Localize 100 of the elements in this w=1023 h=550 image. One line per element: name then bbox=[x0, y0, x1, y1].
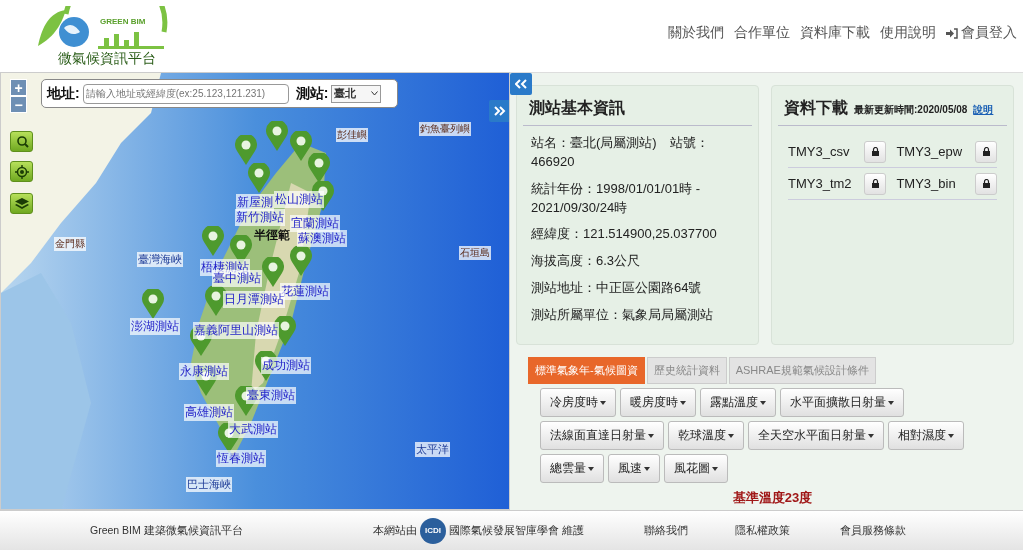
chart-dropdown-button[interactable]: 水平面擴散日射量 bbox=[780, 388, 904, 417]
radius-label: 半徑範 bbox=[254, 227, 290, 244]
map-pin-icon[interactable] bbox=[248, 163, 270, 193]
nav-link[interactable]: 合作單位 bbox=[734, 24, 790, 42]
footer-maintainer-text: 國際氣候發展智庫學會 維護 bbox=[449, 523, 584, 538]
nav-link[interactable]: 使用說明 bbox=[880, 24, 936, 42]
station-label[interactable]: 蘇澳測站 bbox=[297, 230, 347, 247]
nav-link[interactable]: 資料庫下載 bbox=[800, 24, 870, 42]
footer-site-name: Green BIM 建築微氣候資訊平台 bbox=[90, 523, 244, 538]
layers-icon bbox=[14, 197, 29, 210]
station-label[interactable]: 大武測站 bbox=[228, 421, 278, 438]
locked-download-button[interactable] bbox=[975, 140, 997, 163]
caret-icon bbox=[712, 466, 718, 471]
chart-dropdown-button[interactable]: 法線面直達日射量 bbox=[540, 421, 664, 450]
logo-title: 微氣候資訊平台 bbox=[58, 50, 156, 68]
chart-dropdown-button[interactable]: 全天空水平面日射量 bbox=[748, 421, 884, 450]
chart-dropdown-button[interactable]: 冷房度時 bbox=[540, 388, 616, 417]
locked-download-button[interactable] bbox=[864, 172, 887, 195]
map-place-label: 金門縣 bbox=[54, 237, 86, 251]
caret-icon bbox=[600, 400, 606, 405]
station-info-title: 測站基本資訊 bbox=[523, 94, 752, 126]
collapse-panel-button[interactable] bbox=[510, 73, 532, 95]
help-link[interactable]: 說明 bbox=[973, 103, 994, 117]
map-pin-icon[interactable] bbox=[202, 226, 224, 256]
station-label[interactable]: 高雄測站 bbox=[184, 404, 234, 421]
station-label[interactable]: 臺東測站 bbox=[246, 387, 296, 404]
chart-dropdown-button[interactable]: 露點溫度 bbox=[700, 388, 776, 417]
file-format-label: TMY3_csv bbox=[788, 143, 851, 161]
map-place-label: 臺灣海峽 bbox=[137, 252, 183, 267]
footer-link[interactable]: 聯絡我們 bbox=[644, 523, 735, 538]
map-place-label: 釣魚臺列嶼 bbox=[419, 122, 471, 136]
station-info-text: 經緯度：121.514900,25.037700 bbox=[531, 225, 718, 244]
expand-panel-button[interactable] bbox=[489, 100, 509, 122]
chart-dropdown-button[interactable]: 相對濕度 bbox=[888, 421, 964, 450]
station-label[interactable]: 成功測站 bbox=[261, 357, 311, 374]
station-label[interactable]: 永康測站 bbox=[179, 363, 229, 380]
lock-icon bbox=[982, 179, 990, 188]
station-select-label: 測站: bbox=[295, 84, 329, 103]
map-pin-icon[interactable] bbox=[290, 246, 312, 276]
station-info-text: 海拔高度：6.3公尺 bbox=[531, 252, 642, 271]
station-select[interactable]: 臺北 bbox=[331, 84, 382, 103]
address-input[interactable]: 請輸入地址或經緯度(ex:25.123,121.231) bbox=[82, 83, 289, 104]
station-info-text: 統計年份：1998/01/01/01時 - 2021/09/30/24時 bbox=[531, 179, 702, 217]
magnifier-icon bbox=[14, 134, 29, 149]
station-label[interactable]: 新竹測站 bbox=[235, 209, 285, 226]
org-logo: ICDI bbox=[420, 517, 446, 544]
caret-icon bbox=[644, 466, 650, 471]
locked-download-button[interactable] bbox=[864, 140, 887, 163]
chart-dropdown-button[interactable]: 總雲量 bbox=[540, 454, 604, 483]
station-info-text: 測站所屬單位：氣象局局屬測站 bbox=[531, 305, 714, 324]
station-info-text: 測站地址：中正區公園路64號 bbox=[531, 279, 703, 298]
caret-icon bbox=[868, 433, 874, 438]
map-pin-icon[interactable] bbox=[266, 121, 288, 151]
station-label[interactable]: 恆春測站 bbox=[216, 450, 266, 467]
station-label[interactable]: 宜蘭測站 bbox=[290, 215, 340, 232]
locate-button[interactable] bbox=[10, 161, 33, 182]
map-pin-icon[interactable] bbox=[142, 289, 164, 319]
double-chevron-left-icon bbox=[515, 79, 527, 89]
caret-icon bbox=[680, 400, 686, 405]
caret-icon bbox=[728, 433, 734, 438]
caret-icon bbox=[948, 433, 954, 438]
footer-link[interactable]: 隱私權政策 bbox=[735, 523, 840, 538]
address-label: 地址: bbox=[47, 84, 80, 103]
lock-icon bbox=[871, 179, 879, 188]
lock-icon bbox=[871, 147, 879, 156]
zoom-area-button[interactable] bbox=[10, 131, 33, 152]
map-place-label: 太平洋 bbox=[415, 442, 450, 457]
caret-icon bbox=[371, 91, 379, 96]
target-icon bbox=[14, 164, 29, 179]
chart-dropdown-button[interactable]: 風花圖 bbox=[664, 454, 728, 483]
locked-download-button[interactable] bbox=[975, 172, 997, 195]
caret-icon bbox=[760, 400, 766, 405]
map-place-label: 巴士海峽 bbox=[186, 477, 232, 492]
station-label[interactable]: 嘉義阿里山測站 bbox=[193, 322, 279, 339]
chart-dropdown-button[interactable]: 暖房度時 bbox=[620, 388, 696, 417]
file-format-label: TMY3_bin bbox=[896, 175, 957, 193]
map-pin-icon[interactable] bbox=[262, 257, 284, 287]
file-format-label: TMY3_tm2 bbox=[788, 175, 853, 193]
download-title: 資料下載 bbox=[784, 98, 848, 118]
double-chevron-right-icon bbox=[494, 106, 506, 116]
layers-button[interactable] bbox=[10, 193, 33, 214]
map-pin-icon[interactable] bbox=[308, 153, 330, 183]
footer-link[interactable]: 會員服務條款 bbox=[840, 523, 940, 538]
footer-maintained-prefix: 本網站由 bbox=[373, 523, 417, 538]
base-temperature-text: 基準溫度23度 bbox=[731, 489, 814, 507]
map-place-label: 彭佳嶼 bbox=[336, 128, 368, 142]
station-label[interactable]: 澎湖測站 bbox=[130, 318, 180, 335]
map-pin-icon[interactable] bbox=[235, 135, 257, 165]
update-date-text: 最新更新時間:2020/05/08 bbox=[854, 103, 968, 117]
nav-link[interactable]: 關於我們 bbox=[668, 24, 724, 42]
station-info-text: 站名：臺北(局屬測站) 站號：466920 bbox=[531, 134, 710, 171]
station-label[interactable]: 松山測站 bbox=[274, 191, 324, 208]
caret-icon bbox=[648, 433, 654, 438]
chart-dropdown-button[interactable]: 乾球溫度 bbox=[668, 421, 744, 450]
login-link[interactable]: 會員登入 bbox=[946, 24, 1017, 42]
lock-icon bbox=[982, 147, 990, 156]
caret-icon bbox=[588, 466, 594, 471]
map-pin-icon[interactable] bbox=[290, 131, 312, 161]
chart-dropdown-button[interactable]: 風速 bbox=[608, 454, 660, 483]
map-place-label: 石垣島 bbox=[459, 246, 491, 260]
